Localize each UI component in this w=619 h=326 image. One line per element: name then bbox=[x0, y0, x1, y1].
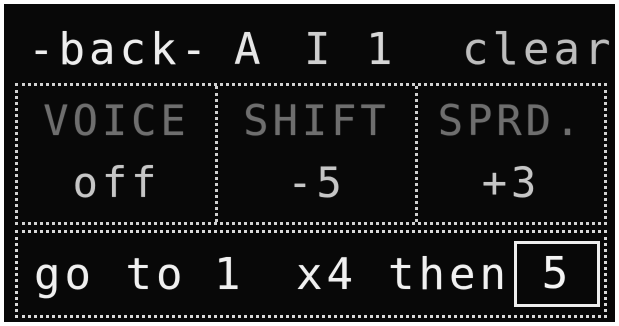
then-label: then bbox=[388, 249, 510, 300]
index-selector[interactable]: 1 bbox=[366, 22, 397, 78]
param-voice-label: VOICE bbox=[43, 96, 190, 145]
clear-button[interactable]: clear bbox=[462, 22, 614, 78]
param-spread-value: +3 bbox=[481, 158, 541, 207]
param-voice[interactable]: VOICE off bbox=[18, 86, 218, 222]
param-shift-value: -5 bbox=[287, 158, 346, 207]
header-row: -back- A I 1 clear bbox=[4, 22, 615, 78]
sequence-row: go to 1 x4 then 5 bbox=[15, 230, 607, 318]
param-spread-label: SPRD. bbox=[437, 96, 585, 145]
goto-label: go to bbox=[34, 249, 187, 300]
goto-value[interactable]: 1 bbox=[214, 247, 245, 303]
param-voice-value: off bbox=[72, 158, 161, 207]
pattern-selector[interactable]: A bbox=[234, 22, 265, 78]
then-value-box[interactable]: 5 bbox=[514, 241, 600, 307]
step-indicator: I bbox=[304, 24, 335, 75]
device-screen: -back- A I 1 clear VOICE off SHIFT -5 SP… bbox=[4, 4, 615, 322]
parameter-grid: VOICE off SHIFT -5 SPRD. +3 bbox=[15, 83, 607, 225]
param-shift[interactable]: SHIFT -5 bbox=[218, 86, 418, 222]
param-spread[interactable]: SPRD. +3 bbox=[418, 86, 604, 222]
repeat-count[interactable]: x4 bbox=[296, 247, 357, 303]
param-shift-label: SHIFT bbox=[243, 96, 390, 145]
back-button[interactable]: -back- bbox=[28, 22, 211, 78]
